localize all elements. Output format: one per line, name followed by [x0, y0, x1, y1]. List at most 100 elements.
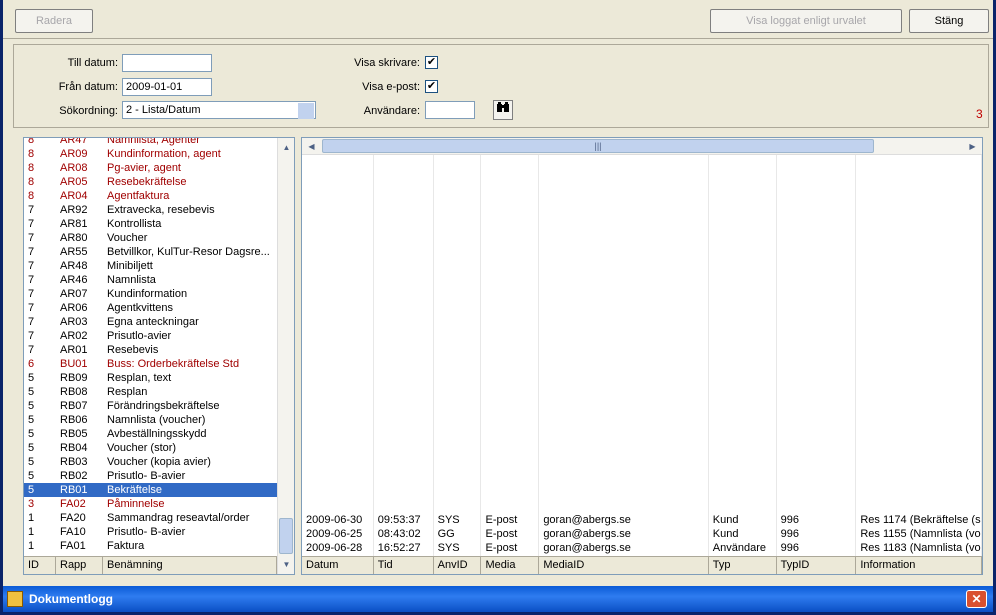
list-item[interactable]: 5 RB08 Resplan [24, 385, 277, 399]
list-item-name: Namnlista [107, 274, 156, 286]
log-cell: 996 [780, 514, 799, 526]
stang-button[interactable]: Stäng [909, 9, 989, 33]
list-item[interactable]: 7 AR46 Namnlista [24, 273, 277, 287]
list-item-id: 7 [28, 330, 35, 342]
fran-datum-field[interactable]: 2009-01-01 [122, 78, 212, 96]
dokumentlogg-window: Radera Visa loggat enligt urvalet Stäng … [0, 0, 996, 615]
list-item[interactable]: 7 AR02 Prisutlo-avier [24, 329, 277, 343]
anvandare-label: Användare: [363, 105, 420, 117]
radera-button[interactable]: Radera [15, 9, 93, 33]
list-item-id: 8 [28, 148, 35, 160]
log-grid-column [777, 155, 857, 556]
log-cell: GG [437, 528, 455, 540]
header-id[interactable]: ID [24, 557, 56, 574]
till-datum-field[interactable] [122, 54, 212, 72]
list-item[interactable]: 7 AR03 Egna anteckningar [24, 315, 277, 329]
list-item[interactable]: 5 RB06 Namnlista (voucher) [24, 413, 277, 427]
list-item-rapp: RB01 [60, 484, 88, 496]
list-item-name: Påminnelse [107, 498, 165, 510]
scroll-left-icon[interactable]: ◀ [304, 139, 319, 154]
log-row[interactable]: 2009-06-28 16:52:27 SYS E-post goran@abergs.… [302, 541, 982, 555]
list-item-rapp: FA01 [60, 540, 86, 552]
list-item-id: 1 [28, 512, 35, 524]
list-item[interactable]: 5 RB09 Resplan, text [24, 371, 277, 385]
list-item[interactable]: 7 AR06 Agentkvittens [24, 301, 277, 315]
scroll-up-icon[interactable]: ▲ [279, 140, 294, 155]
log-header-datum[interactable]: Datum [302, 557, 374, 574]
list-item[interactable]: 7 AR81 Kontrollista [24, 217, 277, 231]
list-item[interactable]: 6 BU01 Buss: Orderbekräftelse Std [24, 357, 277, 371]
rapport-list-scrollbar[interactable]: ▲ ▼ [277, 138, 294, 574]
log-cell: E-post [485, 542, 518, 554]
list-item[interactable]: 5 RB05 Avbeställningsskydd [24, 427, 277, 441]
scroll-thumb[interactable] [279, 518, 293, 554]
sortering-select[interactable]: 2 - Lista/Datum [122, 101, 316, 119]
log-grid-column [481, 155, 540, 556]
log-header-mediaid[interactable]: MediaID [539, 557, 709, 574]
log-header-information[interactable]: Information [856, 557, 982, 574]
list-item[interactable]: 8 AR09 Kundinformation, agent [24, 147, 277, 161]
list-item-name: Avbeställningsskydd [107, 428, 207, 440]
scroll-right-icon[interactable]: ▶ [965, 139, 980, 154]
list-item-id: 5 [28, 428, 35, 440]
header-rapp[interactable]: Rapp [56, 557, 103, 574]
list-item-name: Pg-avier, agent [107, 162, 181, 174]
list-item[interactable]: 5 RB03 Voucher (kopia avier) [24, 455, 277, 469]
list-item[interactable]: 1 FA20 Sammandrag reseavtal/order [24, 511, 277, 525]
log-cell: Användare [712, 542, 767, 554]
till-datum-label: Till datum: [67, 57, 118, 69]
log-cell: 2009-06-28 [306, 542, 363, 554]
list-item[interactable]: 7 AR48 Minibiljett [24, 259, 277, 273]
list-item-id: 1 [28, 540, 35, 552]
log-row[interactable]: 2009-06-30 09:53:37 SYS E-post goran@abergs.… [302, 513, 982, 527]
log-grid[interactable]: ◀ ||| ▶ 2009-06-30 09:53:37 SYS E-post goran… [301, 137, 983, 575]
list-item[interactable]: 7 AR07 Kundinformation [24, 287, 277, 301]
log-cell: goran@abergs.se [543, 528, 631, 540]
grip-icon: ||| [594, 141, 602, 151]
log-header-typ[interactable]: Typ [709, 557, 777, 574]
list-item[interactable]: 5 RB02 Prisutlo- B-avier [24, 469, 277, 483]
scroll-down-icon[interactable]: ▼ [279, 557, 294, 572]
log-grid-hscrollbar[interactable]: ◀ ||| ▶ [302, 138, 982, 155]
list-item-id: 7 [28, 302, 35, 314]
list-item[interactable]: 7 AR92 Extravecka, resebevis [24, 203, 277, 217]
log-header-media[interactable]: Media [481, 557, 540, 574]
sortering-value: 2 - Lista/Datum [126, 104, 201, 116]
list-item-id: 5 [28, 456, 35, 468]
list-item-id: 7 [28, 288, 35, 300]
rapport-list-rows: 8 AR47 Namnlista, Agenter 8 AR09 Kundinformat… [24, 138, 277, 553]
list-item[interactable]: 1 FA10 Prisutlo- B-avier [24, 525, 277, 539]
list-item-name: Egna anteckningar [107, 316, 199, 328]
visa-loggat-button[interactable]: Visa loggat enligt urvalet [710, 9, 902, 33]
visa-epost-checkbox[interactable]: ✔ [425, 80, 438, 93]
list-item[interactable]: 5 RB04 Voucher (stor) [24, 441, 277, 455]
list-item[interactable]: 7 AR55 Betvillkor, KulTur-Resor Dagsre... [24, 245, 277, 259]
list-item[interactable]: 7 AR80 Voucher [24, 231, 277, 245]
log-header-anvid[interactable]: AnvID [434, 557, 482, 574]
list-item[interactable]: 8 AR08 Pg-avier, agent [24, 161, 277, 175]
list-item[interactable]: 7 AR01 Resebevis [24, 343, 277, 357]
list-item[interactable]: 1 FA01 Faktura [24, 539, 277, 553]
list-item[interactable]: 5 RB01 Bekräftelse [24, 483, 277, 497]
hscroll-thumb[interactable]: ||| [322, 139, 874, 153]
list-item-rapp: AR46 [60, 274, 88, 286]
list-item-id: 5 [28, 470, 35, 482]
list-item-rapp: AR48 [60, 260, 88, 272]
visa-skrivare-checkbox[interactable]: ✔ [425, 56, 438, 69]
close-icon[interactable]: ✕ [966, 590, 987, 608]
list-item-name: Kundinformation, agent [107, 148, 221, 160]
dropdown-arrow-icon[interactable] [298, 103, 314, 119]
list-item[interactable]: 8 AR47 Namnlista, Agenter [24, 138, 277, 147]
log-header-tid[interactable]: Tid [374, 557, 434, 574]
anvandare-field[interactable] [425, 101, 475, 119]
list-item[interactable]: 5 RB07 Förändringsbekräftelse [24, 399, 277, 413]
binoculars-icon[interactable] [493, 100, 513, 120]
log-header-typid[interactable]: TypID [777, 557, 857, 574]
list-item[interactable]: 8 AR04 Agentfaktura [24, 189, 277, 203]
rapport-list[interactable]: 8 AR47 Namnlista, Agenter 8 AR09 Kundinformat… [23, 137, 295, 575]
log-row[interactable]: 2009-06-25 08:43:02 GG E-post goran@abergs.s… [302, 527, 982, 541]
header-benamning[interactable]: Benämning [103, 557, 277, 574]
list-item[interactable]: 3 FA02 Påminnelse [24, 497, 277, 511]
list-item[interactable]: 8 AR05 Resebekräftelse [24, 175, 277, 189]
list-item-name: Faktura [107, 540, 145, 552]
